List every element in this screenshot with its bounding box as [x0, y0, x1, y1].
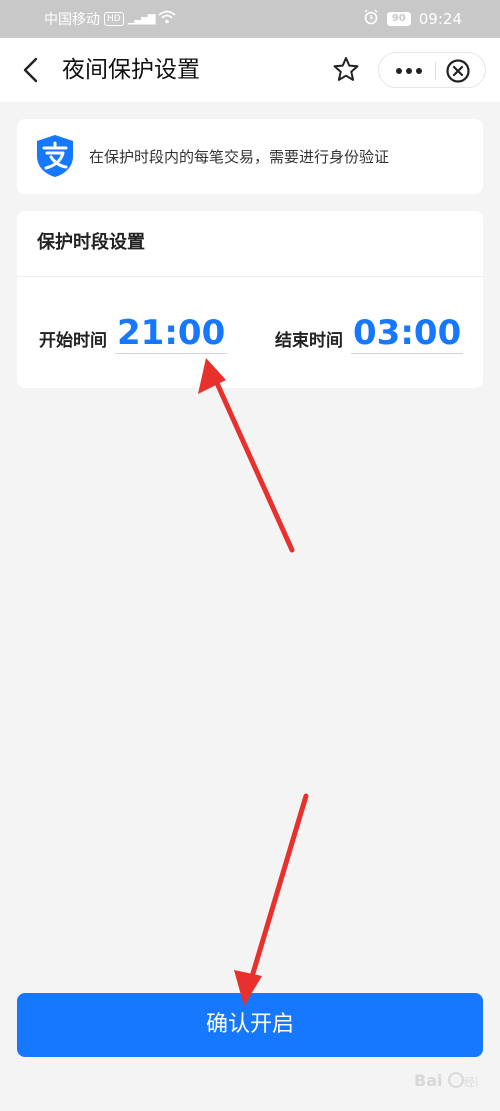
confirm-enable-button[interactable]: 确认开启 [17, 993, 483, 1057]
section-divider [17, 276, 483, 277]
wifi-icon [158, 10, 177, 28]
mini-program-capsule [378, 52, 486, 88]
info-text: 在保护时段内的每笔交易，需要进行身份验证 [89, 148, 390, 166]
capsule-divider [435, 62, 436, 80]
annotation-arrow-confirm [234, 793, 309, 1006]
protection-time-card: 保护时段设置 开始时间 21:00 结束时间 03:00 [17, 211, 483, 388]
alipay-shield-icon [35, 134, 75, 178]
signal-icon: ▁▃▅▇ [127, 13, 156, 25]
clock: 09:24 [418, 10, 462, 28]
close-circle-icon[interactable] [445, 58, 471, 84]
end-time-label: 结束时间 [275, 331, 343, 351]
hd-badge: HD [104, 12, 124, 26]
carrier-name: 中国移动 [44, 12, 100, 28]
chevron-left-icon[interactable] [16, 54, 48, 86]
alarm-icon [363, 9, 379, 29]
start-time-picker[interactable]: 21:00 [115, 315, 228, 354]
start-time-label: 开始时间 [39, 331, 107, 351]
status-left: 中国移动 HD ▁▃▅▇ [44, 9, 177, 29]
info-card: 在保护时段内的每笔交易，需要进行身份验证 [17, 119, 483, 194]
nav-bar: 夜间保护设置 [0, 38, 500, 102]
baidu-watermark-logo: Bai 经验 [414, 1060, 486, 1100]
page-title: 夜间保护设置 [62, 57, 200, 83]
end-time-group: 结束时间 03:00 [275, 315, 464, 354]
svg-text:经验: 经验 [464, 1075, 478, 1089]
section-title: 保护时段设置 [37, 232, 145, 253]
star-icon[interactable] [330, 54, 362, 86]
svg-text:Bai: Bai [414, 1071, 442, 1090]
end-time-picker[interactable]: 03:00 [351, 315, 464, 354]
status-right: 90 09:24 [363, 9, 462, 29]
start-time-group: 开始时间 21:00 [39, 315, 228, 354]
status-bar: 中国移动 HD ▁▃▅▇ 90 09:24 [0, 0, 500, 38]
more-dots-icon[interactable] [389, 56, 429, 86]
battery-icon: 90 [386, 12, 411, 26]
